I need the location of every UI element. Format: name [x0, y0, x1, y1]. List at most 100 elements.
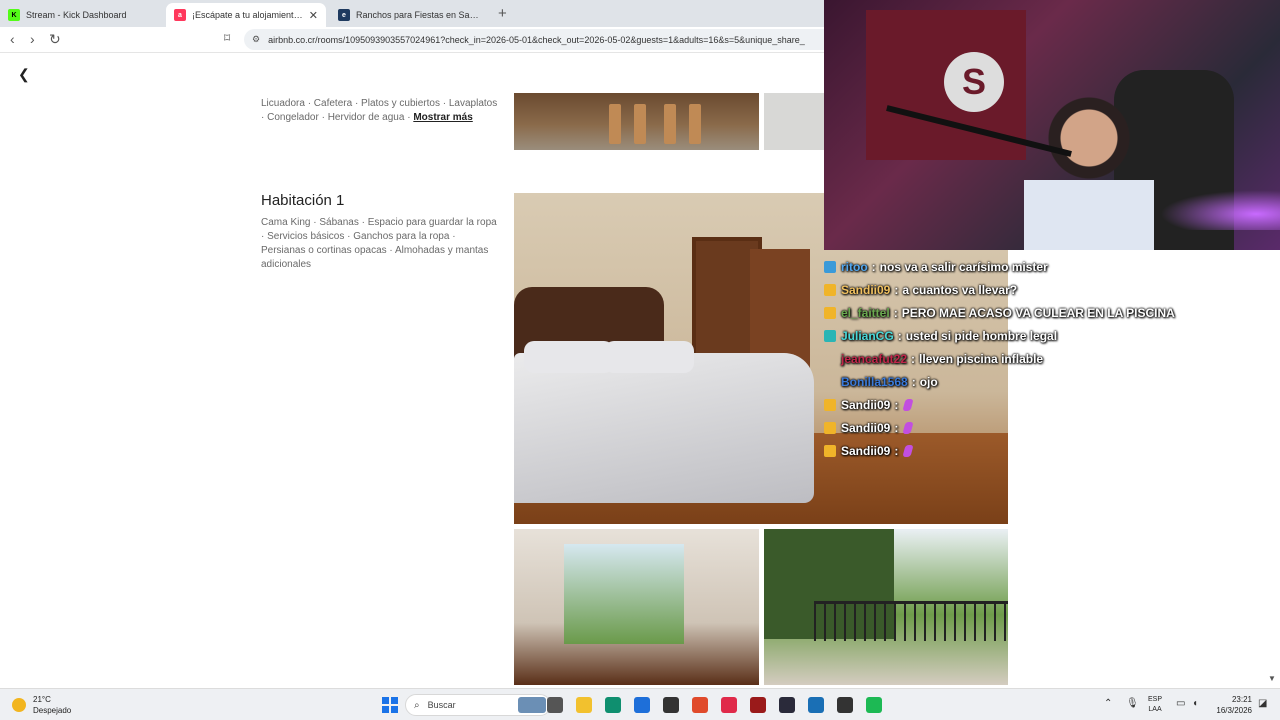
- chat-separator: :: [897, 328, 902, 343]
- chat-separator: :: [894, 397, 899, 412]
- site-favicon-icon: e: [338, 9, 350, 21]
- chat-separator: :: [894, 443, 899, 458]
- taskbar-app-icon[interactable]: [605, 697, 621, 713]
- chat-emote-icon: [902, 421, 914, 434]
- taskbar-app-icon[interactable]: [634, 697, 650, 713]
- tab-title: Stream - Kick Dashboard: [26, 10, 127, 20]
- chat-separator: :: [894, 420, 899, 435]
- search-placeholder: Buscar: [427, 700, 456, 710]
- taskbar-app-icon[interactable]: [663, 697, 679, 713]
- bookmark-icon[interactable]: ⌑: [224, 31, 230, 45]
- tab-title: ¡Escápate a tu alojamiento de m: [192, 10, 305, 20]
- reload-icon[interactable]: ↻: [49, 31, 61, 48]
- microphone-icon[interactable]: 🎙: [1126, 698, 1139, 709]
- windows-taskbar: 21°C Despejado ⌕ Buscar ⌃ 🎙 ESP LAA ▭ ◖ …: [0, 688, 1280, 720]
- taskbar-app-icon[interactable]: [547, 697, 563, 713]
- moon-weather-icon: [12, 698, 26, 712]
- tab-kick-dashboard[interactable]: K Stream - Kick Dashboard: [0, 3, 160, 27]
- new-tab-button[interactable]: +: [498, 5, 507, 22]
- chat-message: el_faittel: PERO MAE ACASO VA CULEAR EN L…: [824, 301, 1274, 324]
- kick-favicon-icon: K: [8, 9, 20, 21]
- chat-username[interactable]: ritoo: [841, 260, 868, 274]
- notifications-icon[interactable]: ◪: [1258, 698, 1267, 709]
- taskbar-app-icon[interactable]: [779, 697, 795, 713]
- chat-separator: :: [871, 259, 876, 274]
- chat-username[interactable]: Sandii09: [841, 444, 890, 458]
- chat-emote-icon: [902, 398, 914, 411]
- chat-username[interactable]: jeancafut22: [841, 352, 907, 366]
- airbnb-favicon-icon: a: [174, 9, 186, 21]
- dining-photo[interactable]: [514, 93, 759, 150]
- chat-message: Bonilla1568: ojo: [824, 370, 1274, 393]
- room-title: Habitación 1: [261, 192, 345, 209]
- show-more-link[interactable]: Mostrar más: [413, 112, 472, 123]
- taskbar-app-icon[interactable]: [837, 697, 853, 713]
- chat-badge-icon: [824, 306, 836, 319]
- site-info-icon[interactable]: ⚙: [252, 34, 260, 45]
- language-indicator[interactable]: ESP LAA: [1148, 695, 1162, 715]
- chat-text: usted si pide hombre legal: [905, 328, 1058, 343]
- chat-badge-icon: [824, 329, 836, 342]
- taskbar-app-icon[interactable]: [692, 697, 708, 713]
- chat-text: a cuantos va llevar?: [902, 282, 1018, 297]
- chat-badge-icon: [824, 376, 836, 388]
- chat-message: jeancafut22: lleven piscina inflable: [824, 347, 1274, 370]
- webcam-overlay: S: [824, 0, 1280, 250]
- weather-desc: Despejado: [33, 706, 72, 715]
- chat-text: lleven piscina inflable: [919, 351, 1044, 366]
- next-photo-partial[interactable]: [764, 93, 824, 150]
- balcony-view-photo[interactable]: [764, 529, 1008, 685]
- chat-badge-icon: [824, 421, 836, 434]
- url-text: airbnb.co.cr/rooms/1095093903557024961?c…: [268, 34, 805, 45]
- chat-message: Sandii09: a cuantos va llevar?: [824, 278, 1274, 301]
- chat-username[interactable]: JulianCG: [841, 329, 894, 343]
- address-bar[interactable]: ⚙ airbnb.co.cr/rooms/1095093903557024961…: [244, 29, 864, 50]
- chat-message: ritoo: nos va a salir carísimo mister: [824, 255, 1274, 278]
- chat-message: Sandii09:: [824, 416, 1274, 439]
- room-amenities: Cama King · Sábanas · Espacio para guard…: [261, 217, 497, 270]
- clock-time: 23:21: [1231, 695, 1252, 704]
- taskbar-app-icon[interactable]: [808, 697, 824, 713]
- bedroom-window-photo[interactable]: [514, 529, 759, 685]
- chat-text: ojo: [919, 374, 938, 389]
- chat-message: Sandii09:: [824, 393, 1274, 416]
- taskbar-app-icon[interactable]: [518, 697, 546, 713]
- tab-title: Ranchos para Fiestas en San José - F: [356, 10, 482, 20]
- scroll-down-icon[interactable]: ▼: [1268, 674, 1276, 683]
- taskbar-app-icon[interactable]: [750, 697, 766, 713]
- back-button[interactable]: ❮: [18, 66, 30, 83]
- chat-username[interactable]: el_faittel: [841, 306, 890, 320]
- chat-badge-icon: [824, 398, 836, 411]
- tab-airbnb[interactable]: a ¡Escápate a tu alojamiento de m ✕: [166, 3, 326, 27]
- chat-separator: :: [893, 305, 898, 320]
- chat-username[interactable]: Sandii09: [841, 398, 890, 412]
- search-icon: ⌕: [414, 699, 420, 711]
- taskbar-app-icon[interactable]: [866, 697, 882, 713]
- chat-message: JulianCG: usted si pide hombre legal: [824, 324, 1274, 347]
- chat-username[interactable]: Sandii09: [841, 283, 890, 297]
- lang-line1: ESP: [1148, 696, 1163, 703]
- volume-icon[interactable]: ◖: [1192, 698, 1198, 709]
- chat-separator: :: [911, 374, 916, 389]
- chat-separator: :: [911, 351, 916, 366]
- forward-arrow-icon[interactable]: ›: [30, 31, 35, 47]
- clock-date: 16/3/2026: [1216, 706, 1252, 715]
- chat-badge-icon: [824, 444, 836, 457]
- tab-ranchos[interactable]: e Ranchos para Fiestas en San José - F: [330, 3, 490, 27]
- taskbar-app-icon[interactable]: [576, 697, 592, 713]
- taskbar-app-icon[interactable]: [721, 697, 737, 713]
- close-tab-icon[interactable]: ✕: [309, 9, 318, 22]
- weather-widget[interactable]: 21°C Despejado: [12, 694, 71, 716]
- chat-badge-icon: [824, 260, 836, 273]
- back-arrow-icon[interactable]: ‹: [10, 31, 15, 47]
- kitchen-amenities: Licuadora · Cafetera · Platos y cubierto…: [261, 97, 501, 125]
- network-icon[interactable]: ▭: [1176, 698, 1185, 709]
- chat-username[interactable]: Bonilla1568: [841, 375, 908, 389]
- windows-start-icon[interactable]: [382, 697, 398, 713]
- system-clock[interactable]: 23:21 16/3/2026: [1212, 694, 1252, 716]
- chat-badge-icon: [824, 353, 836, 365]
- show-hidden-icons[interactable]: ⌃: [1104, 698, 1112, 709]
- weather-temp: 21°C: [33, 695, 51, 704]
- chat-username[interactable]: Sandii09: [841, 421, 890, 435]
- chat-separator: :: [894, 282, 899, 297]
